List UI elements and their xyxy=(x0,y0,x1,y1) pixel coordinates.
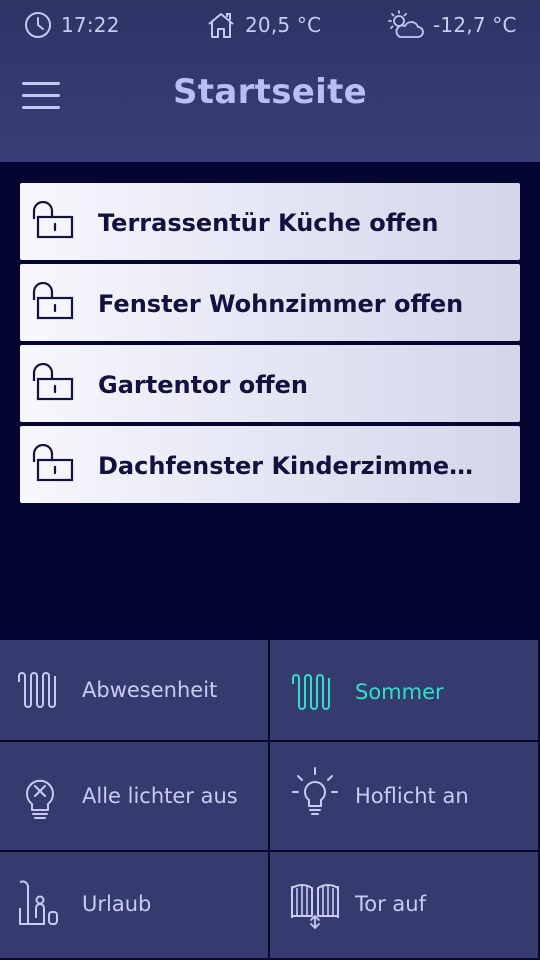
unlocked-padlock-icon xyxy=(32,444,74,482)
scene-label: Hoflicht an xyxy=(355,784,469,808)
status-time: 17:22 xyxy=(24,8,120,42)
alert-text: Fenster Wohnzimmer offen xyxy=(98,290,464,318)
scene-grid: Abwesenheit Sommer Alle lichter aus Hofl… xyxy=(0,640,540,960)
gate-open-icon xyxy=(291,884,339,930)
header: 17:22 20,5 °C -12,7 °C Startseite xyxy=(0,0,540,162)
outdoor-temp: -12,7 °C xyxy=(433,13,517,37)
alert-item[interactable]: Gartentor offen xyxy=(20,345,520,422)
alert-text: Dachfenster Kinderzimmer ob… xyxy=(98,452,480,480)
scene-tile-hoflicht-an[interactable]: Hoflicht an xyxy=(270,742,540,852)
alert-text: Gartentor offen xyxy=(98,371,309,399)
scene-label: Alle lichter aus xyxy=(82,784,238,808)
scene-label: Urlaub xyxy=(82,892,152,916)
scene-tile-sommer[interactable]: Sommer xyxy=(270,640,540,742)
status-bar: 17:22 20,5 °C -12,7 °C xyxy=(0,0,540,50)
vacation-icon xyxy=(19,880,58,925)
radiator-icon xyxy=(292,674,330,710)
indoor-temp: 20,5 °C xyxy=(245,13,322,37)
scene-tile-tor-auf[interactable]: Tor auf xyxy=(270,852,540,960)
scene-label: Abwesenheit xyxy=(82,678,218,702)
light-bulb-off-icon xyxy=(26,779,54,819)
status-indoor: 20,5 °C xyxy=(206,8,321,42)
unlocked-padlock-icon xyxy=(32,201,74,239)
alert-text: Terrassentür Küche offen xyxy=(98,209,439,237)
time-value: 17:22 xyxy=(61,13,120,37)
status-outdoor: -12,7 °C xyxy=(386,8,517,42)
alert-list: Terrassentür Küche offen Fenster Wohnzim… xyxy=(20,183,520,507)
sun-cloud-icon xyxy=(388,10,424,38)
scene-tile-alle-lichter-aus[interactable]: Alle lichter aus xyxy=(0,742,270,852)
unlocked-padlock-icon xyxy=(32,282,74,320)
alert-item[interactable]: Fenster Wohnzimmer offen xyxy=(20,264,520,341)
alert-item[interactable]: Terrassentür Küche offen xyxy=(20,183,520,260)
unlocked-padlock-icon xyxy=(32,363,74,401)
scene-tile-abwesenheit[interactable]: Abwesenheit xyxy=(0,640,270,742)
clock-icon xyxy=(25,12,51,38)
scene-label: Sommer xyxy=(355,680,444,704)
house-icon xyxy=(208,13,234,38)
scene-label: Tor auf xyxy=(355,892,426,916)
page-title: Startseite xyxy=(173,72,367,112)
light-bulb-on-icon xyxy=(292,767,338,815)
alert-item[interactable]: Dachfenster Kinderzimmer ob… xyxy=(20,426,520,503)
scene-tile-urlaub[interactable]: Urlaub xyxy=(0,852,270,960)
radiator-icon xyxy=(18,672,56,708)
